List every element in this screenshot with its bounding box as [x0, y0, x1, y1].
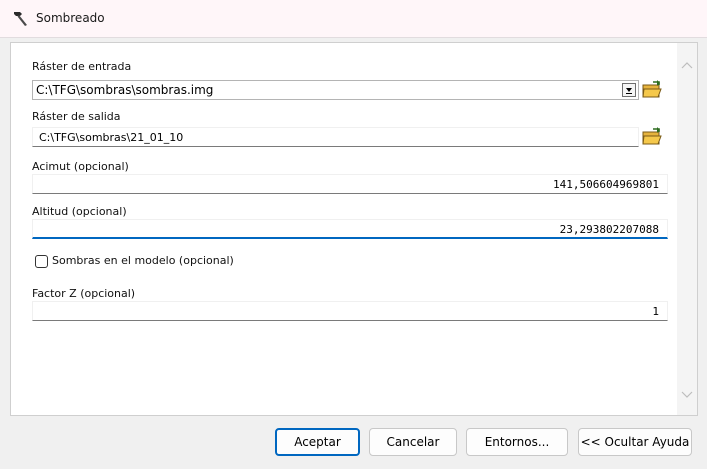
azimuth-label: Acimut (opcional): [32, 160, 129, 173]
input-raster-combo[interactable]: C:\TFG\sombras\sombras.img: [32, 80, 639, 100]
z-factor-value: 1: [652, 305, 659, 318]
scroll-down-icon[interactable]: [681, 391, 693, 399]
ok-button[interactable]: Aceptar: [275, 428, 360, 456]
altitude-input[interactable]: 23,293802207088: [32, 219, 668, 239]
model-shadows-label: Sombras en el modelo (opcional): [52, 254, 234, 267]
output-raster-value: C:\TFG\sombras\21_01_10: [39, 131, 184, 144]
altitude-value: 23,293802207088: [559, 223, 659, 236]
cancel-button[interactable]: Cancelar: [369, 428, 457, 456]
input-raster-browse-button[interactable]: [641, 80, 663, 100]
input-raster-value: C:\TFG\sombras\sombras.img: [36, 83, 214, 97]
output-raster-label: Ráster de salida: [32, 110, 121, 123]
dropdown-arrow-icon[interactable]: [622, 83, 636, 97]
parameters-panel: Ráster de entrada C:\TFG\sombras\sombras…: [10, 42, 698, 416]
environments-button[interactable]: Entornos...: [466, 428, 568, 456]
azimuth-value: 141,506604969801: [553, 178, 659, 191]
open-folder-icon: [642, 80, 662, 98]
output-raster-input[interactable]: C:\TFG\sombras\21_01_10: [32, 127, 639, 147]
window-title: Sombreado: [36, 11, 105, 25]
title-bar: Sombreado: [0, 0, 707, 38]
open-folder-icon: [642, 127, 662, 145]
hammer-icon: [14, 12, 27, 26]
vertical-scrollbar[interactable]: [677, 43, 697, 415]
hide-help-button[interactable]: << Ocultar Ayuda: [578, 428, 692, 456]
z-factor-input[interactable]: 1: [32, 301, 668, 321]
z-factor-label: Factor Z (opcional): [32, 287, 136, 300]
azimuth-input[interactable]: 141,506604969801: [32, 174, 668, 194]
model-shadows-checkbox[interactable]: [35, 255, 48, 268]
scroll-up-icon[interactable]: [681, 61, 693, 69]
input-raster-label: Ráster de entrada: [32, 60, 132, 73]
output-raster-browse-button[interactable]: [641, 127, 663, 147]
altitude-label: Altitud (opcional): [32, 205, 127, 218]
